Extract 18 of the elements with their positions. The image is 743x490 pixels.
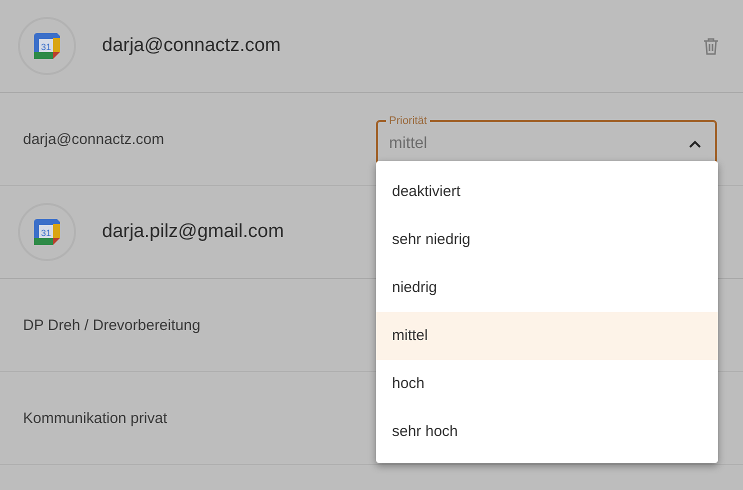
select-value: mittel xyxy=(389,135,428,153)
calendar-name: DP Dreh / Drevorbereitung xyxy=(23,316,200,334)
calendar-name: Kommunikation privat xyxy=(23,410,168,426)
account-email: darja.pilz@gmail.com xyxy=(102,221,284,243)
calendar-name: darja@connactz.com xyxy=(23,130,164,148)
calendar-day: 31 xyxy=(41,228,51,238)
menu-option[interactable]: mittel xyxy=(376,312,718,360)
menu-option[interactable]: sehr niedrig xyxy=(376,216,718,264)
chevron-up-icon xyxy=(689,140,701,148)
account-email: darja@connactz.com xyxy=(102,35,281,57)
calendar-icon xyxy=(34,33,60,59)
field-label: Priorität xyxy=(388,114,428,126)
menu-option[interactable]: niedrig xyxy=(376,264,718,312)
menu-option[interactable]: hoch xyxy=(376,360,718,408)
calendar-icon xyxy=(34,219,60,245)
menu-option[interactable]: sehr hoch xyxy=(376,408,718,456)
calendar-day: 31 xyxy=(41,42,51,52)
menu-option[interactable]: deaktiviert xyxy=(376,168,718,216)
